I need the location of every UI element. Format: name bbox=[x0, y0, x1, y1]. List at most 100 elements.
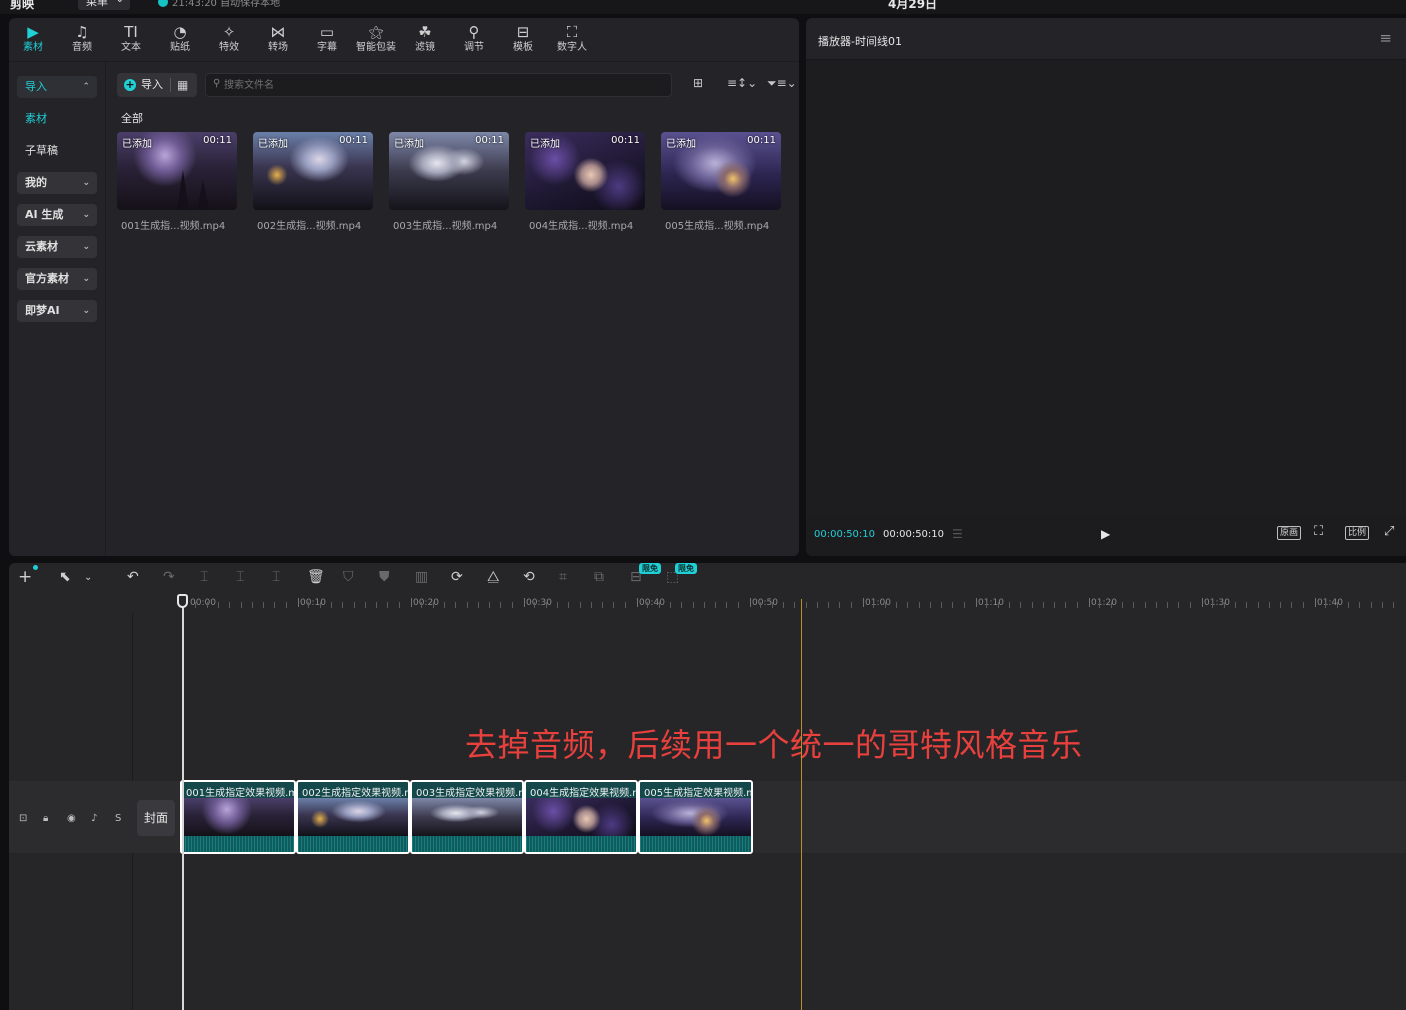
media-item[interactable]: 已添加 00:11 004生成指...视频.mp4 bbox=[525, 132, 645, 232]
tab-text[interactable]: TI 文本 bbox=[107, 22, 155, 60]
tab-subtitle[interactable]: ▭ 字幕 bbox=[303, 22, 351, 60]
playhead-handle[interactable] bbox=[177, 594, 188, 608]
solo-toggle[interactable]: S bbox=[115, 813, 121, 824]
search-input[interactable] bbox=[224, 77, 654, 93]
delete-icon[interactable]: 🗑 bbox=[307, 569, 325, 585]
sidebar-item-ai-generate[interactable]: AI 生成 ⌄ bbox=[17, 204, 97, 226]
shield-icon[interactable]: ⛉ bbox=[343, 569, 354, 585]
mark-icon[interactable]: ⛊ bbox=[379, 569, 390, 585]
tab-digital-human[interactable]: ⛶ 数字人 bbox=[548, 22, 596, 60]
cover-button[interactable]: 封面 bbox=[137, 800, 175, 836]
hamburger-menu-icon[interactable]: ≡ bbox=[1379, 29, 1392, 47]
media-thumbnail[interactable]: 已添加 00:11 bbox=[389, 132, 509, 210]
media-item[interactable]: 已添加 00:11 002生成指...视频.mp4 bbox=[253, 132, 373, 232]
search-icon: ⚲ bbox=[213, 78, 221, 89]
tab-filter[interactable]: ☘ 滤镜 bbox=[401, 22, 449, 60]
mirror-icon[interactable]: ⧋ bbox=[487, 569, 500, 585]
grid-view-icon[interactable]: ▦ bbox=[177, 73, 188, 97]
eye-icon[interactable]: ◉ bbox=[67, 813, 76, 824]
chevron-down-icon[interactable]: ⌄ bbox=[84, 572, 92, 583]
video-clip[interactable]: 003生成指定效果视频.mp4 bbox=[410, 780, 524, 854]
ruler-tick bbox=[568, 602, 570, 608]
resize-icon[interactable]: ⧉ bbox=[594, 569, 604, 585]
original-quality-button[interactable]: 原画 bbox=[1277, 526, 1302, 540]
video-clip[interactable]: 004生成指定效果视频.mp4 bbox=[524, 780, 638, 854]
video-clip[interactable]: 002生成指定效果视频.mp4 bbox=[296, 780, 410, 854]
media-thumbnail[interactable]: 已添加 00:11 bbox=[525, 132, 645, 210]
ruler-label: |00:50 bbox=[749, 598, 778, 608]
rotate-icon[interactable]: ⟲ bbox=[523, 569, 535, 585]
tab-transition[interactable]: ⋈ 转场 bbox=[254, 22, 302, 60]
ruler-tick bbox=[1370, 602, 1372, 608]
player-controls: 00:00:50:10 00:00:50:10 ☰ ▶ 原画 ⛶ 比例 ⤢ bbox=[806, 516, 1406, 556]
play-icon[interactable]: ▶ bbox=[1101, 527, 1110, 541]
search-box[interactable]: ⚲ bbox=[205, 73, 672, 97]
view-mode-icon[interactable]: ⊞ bbox=[693, 76, 703, 90]
preview-screen[interactable] bbox=[806, 61, 1406, 516]
media-duration: 00:11 bbox=[339, 135, 368, 146]
sidebar-item-import[interactable]: 导入 ⌃ bbox=[17, 76, 97, 98]
lock-icon[interactable]: 🔒︎ bbox=[43, 813, 48, 824]
track-type-icon[interactable]: ⊡ bbox=[19, 813, 27, 824]
split-left-icon[interactable]: ⌶ bbox=[236, 569, 244, 585]
undo-icon[interactable]: ↶ bbox=[127, 569, 139, 585]
time-ruler[interactable]: 00:00 |00:10 |00:20 |00:30 |00:40 |00:50 |01:0… bbox=[182, 593, 1406, 613]
aspect-ratio-button[interactable]: 比例 bbox=[1345, 526, 1370, 540]
tab-label: 文本 bbox=[121, 42, 141, 53]
free-badge: 限免 bbox=[675, 563, 697, 574]
add-track-icon[interactable]: + bbox=[18, 567, 32, 587]
media-filename: 005生成指...视频.mp4 bbox=[665, 221, 770, 232]
redo-icon[interactable]: ↷ bbox=[163, 569, 175, 585]
tab-sticker[interactable]: ◔ 贴纸 bbox=[156, 22, 204, 60]
ruler-tick bbox=[918, 602, 920, 608]
ruler-tick bbox=[737, 602, 739, 608]
end-marker-line bbox=[801, 599, 802, 1010]
reverse-icon[interactable]: ⟳ bbox=[451, 569, 463, 585]
ruler-tick bbox=[1268, 602, 1270, 608]
tab-template[interactable]: ⊟ 模板 bbox=[499, 22, 547, 60]
tab-adjust[interactable]: ⚲ 调节 bbox=[450, 22, 498, 60]
playhead[interactable] bbox=[182, 595, 184, 1010]
media-item[interactable]: 已添加 00:11 001生成指...视频.mp4 bbox=[117, 132, 237, 232]
fullscreen-icon[interactable]: ⤢ bbox=[1384, 524, 1394, 539]
import-button[interactable]: + 导入 ▦ bbox=[117, 73, 197, 97]
clip-waveform bbox=[182, 836, 294, 852]
filter-funnel-icon[interactable]: ⏷≡⌄ bbox=[767, 76, 797, 91]
zoom-fit-icon[interactable]: ⛶ bbox=[1314, 524, 1323, 539]
tab-effects[interactable]: ✧ 特效 bbox=[205, 22, 253, 60]
media-thumbnail[interactable]: 已添加 00:11 bbox=[117, 132, 237, 210]
freeze-frame-icon[interactable]: ▥ bbox=[415, 569, 428, 585]
timecode-list-icon[interactable]: ☰ bbox=[952, 527, 963, 541]
media-thumbnail[interactable]: 已添加 00:11 bbox=[661, 132, 781, 210]
crop-icon[interactable]: ⌗ bbox=[559, 569, 567, 585]
media-item[interactable]: 已添加 00:11 003生成指...视频.mp4 bbox=[389, 132, 509, 232]
ruler-tick bbox=[1280, 602, 1282, 608]
video-clip[interactable]: 005生成指定效果视频.mp4 bbox=[638, 780, 753, 854]
clip-waveform bbox=[640, 836, 751, 852]
sidebar-item-mine[interactable]: 我的 ⌄ bbox=[17, 172, 97, 194]
select-cursor-icon[interactable]: ⬉ bbox=[59, 569, 71, 585]
video-clip[interactable]: 001生成指定效果视频.mp4 bbox=[180, 780, 296, 854]
tab-smart-pack[interactable]: ⚝ 智能包装 bbox=[352, 22, 400, 60]
sidebar-item-media[interactable]: 素材 bbox=[17, 108, 97, 130]
sidebar-item-jimeng-ai[interactable]: 即梦AI ⌄ bbox=[17, 300, 97, 322]
sidebar-item-official[interactable]: 官方素材 ⌄ bbox=[17, 268, 97, 290]
ruler-tick bbox=[229, 602, 231, 608]
speaker-icon[interactable]: ♪ bbox=[91, 813, 97, 824]
ruler-tick bbox=[398, 602, 400, 608]
media-thumbnail[interactable]: 已添加 00:11 bbox=[253, 132, 373, 210]
ruler-tick bbox=[624, 602, 626, 608]
tab-media[interactable]: ▶ 素材 bbox=[9, 22, 57, 60]
filter-icon: ☘ bbox=[418, 23, 432, 41]
sidebar-item-label: 云素材 bbox=[25, 240, 58, 253]
ruler-tick bbox=[986, 602, 988, 608]
sidebar-item-cloud[interactable]: 云素材 ⌄ bbox=[17, 236, 97, 258]
tab-audio[interactable]: ♫ 音频 bbox=[58, 22, 106, 60]
sort-icon[interactable]: ≡↕⌄ bbox=[727, 76, 757, 90]
media-item[interactable]: 已添加 00:11 005生成指...视频.mp4 bbox=[661, 132, 781, 232]
main-menu-button[interactable]: 菜单 bbox=[78, 0, 130, 10]
sidebar-item-subdraft[interactable]: 子草稿 bbox=[17, 140, 97, 162]
split-icon[interactable]: ⌶ bbox=[200, 569, 208, 585]
split-right-icon[interactable]: ⌶ bbox=[272, 569, 280, 585]
ruler-tick bbox=[1065, 602, 1067, 608]
